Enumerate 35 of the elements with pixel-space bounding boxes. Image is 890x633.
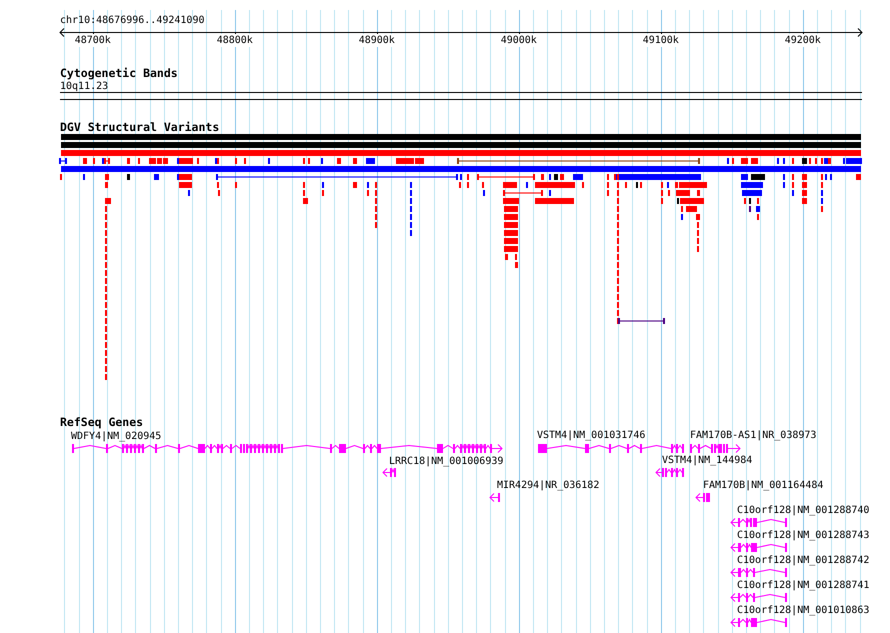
gene-model-drawing[interactable] xyxy=(538,444,684,453)
gene-label[interactable]: VSTM4|NM_001031746 xyxy=(537,429,646,442)
gene-model-drawing[interactable] xyxy=(730,618,787,627)
gene-label[interactable]: FAM170B|NM_001164484 xyxy=(703,479,824,492)
tick-label: 48700k xyxy=(74,34,111,47)
gene-label[interactable]: FAM170B-AS1|NR_038973 xyxy=(690,429,816,442)
gene-model-drawing[interactable] xyxy=(730,593,787,602)
gene-model-drawing[interactable] xyxy=(730,568,787,577)
track-title: Cytogenetic Bands xyxy=(60,67,178,80)
track-title: DGV Structural Variants xyxy=(60,121,220,134)
tick-label: 49100k xyxy=(642,34,679,47)
tick-label: 49000k xyxy=(500,34,537,47)
position-label: chr10:48676996..49241090 xyxy=(60,14,204,27)
gene-label[interactable]: C10orf128|NM_001288741 xyxy=(737,579,870,592)
tick-label: 49200k xyxy=(784,34,821,47)
gene-model-drawing[interactable] xyxy=(489,493,500,502)
gene-model-drawing[interactable] xyxy=(382,468,396,477)
gene-label[interactable]: LRRC18|NM_001006939 xyxy=(389,455,504,468)
gene-label[interactable]: VSTM4|NM_144984 xyxy=(662,454,752,467)
gene-model-drawing[interactable] xyxy=(690,444,741,453)
gene-label[interactable]: C10orf128|NM_001010863 xyxy=(737,604,870,617)
gene-model-drawing[interactable] xyxy=(655,468,684,477)
tick-label: 48800k xyxy=(216,34,253,47)
gene-label[interactable]: C10orf128|NM_001288743 xyxy=(737,529,870,542)
gene-model-drawing[interactable] xyxy=(695,493,710,502)
band-label: 10q11.23 xyxy=(60,80,108,93)
gene-label[interactable]: C10orf128|NM_001288742 xyxy=(737,554,870,567)
gene-label[interactable]: MIR4294|NR_036182 xyxy=(497,479,600,492)
gene-model-drawing[interactable] xyxy=(730,543,787,552)
gene-model-drawing[interactable] xyxy=(72,444,503,453)
gene-label[interactable]: WDFY4|NM_020945 xyxy=(71,430,162,443)
gene-label[interactable]: C10orf128|NM_001288740 xyxy=(737,504,870,517)
gene-model-drawing[interactable] xyxy=(730,518,787,527)
tick-label: 48900k xyxy=(358,34,395,47)
track-title: RefSeq Genes xyxy=(60,416,144,429)
